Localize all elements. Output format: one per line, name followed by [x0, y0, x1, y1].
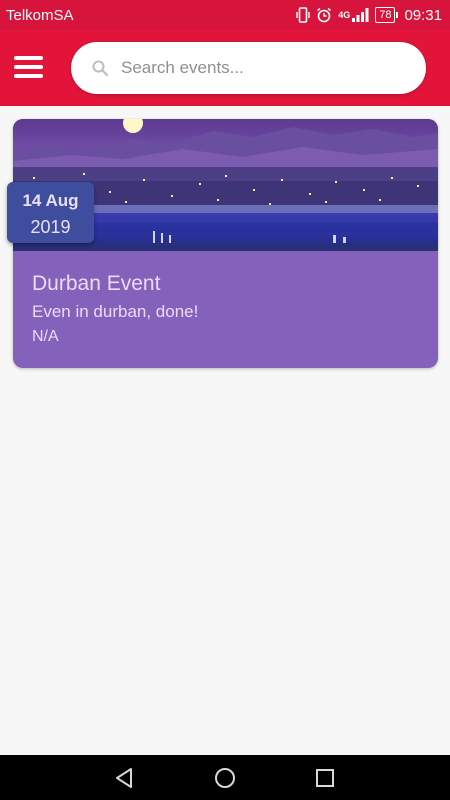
system-nav-bar [0, 755, 450, 800]
alarm-icon [317, 7, 332, 23]
status-icons: 4G 78 09:31 [296, 7, 442, 24]
app-bar [0, 30, 450, 106]
search-icon [92, 60, 109, 77]
event-card[interactable]: Durban Event Even in durban, done! N/A [13, 119, 438, 368]
search-bar[interactable] [71, 42, 426, 94]
network-type-label: 4G [338, 9, 351, 20]
date-year: 2019 [30, 217, 71, 237]
event-location: N/A [32, 328, 59, 345]
back-icon[interactable] [112, 766, 136, 790]
home-icon[interactable] [213, 766, 237, 790]
event-details: Durban Event Even in durban, done! N/A [32, 272, 198, 346]
vibrate-icon [296, 7, 310, 23]
battery-icon: 78 [375, 7, 399, 23]
clock: 09:31 [404, 6, 442, 24]
battery-level: 78 [375, 7, 396, 23]
recents-icon[interactable] [313, 766, 337, 790]
event-description: Even in durban, done! [32, 302, 199, 321]
search-input[interactable] [121, 58, 401, 78]
hamburger-menu-icon[interactable] [14, 52, 50, 82]
event-title: Durban Event [32, 272, 161, 295]
status-bar: TelkomSA 4G 78 09:31 [0, 0, 450, 30]
signal-icon [352, 8, 369, 22]
carrier-label: TelkomSA [6, 6, 74, 24]
date-day: 14 Aug [22, 191, 79, 210]
date-badge: 14 Aug 2019 [7, 182, 94, 243]
